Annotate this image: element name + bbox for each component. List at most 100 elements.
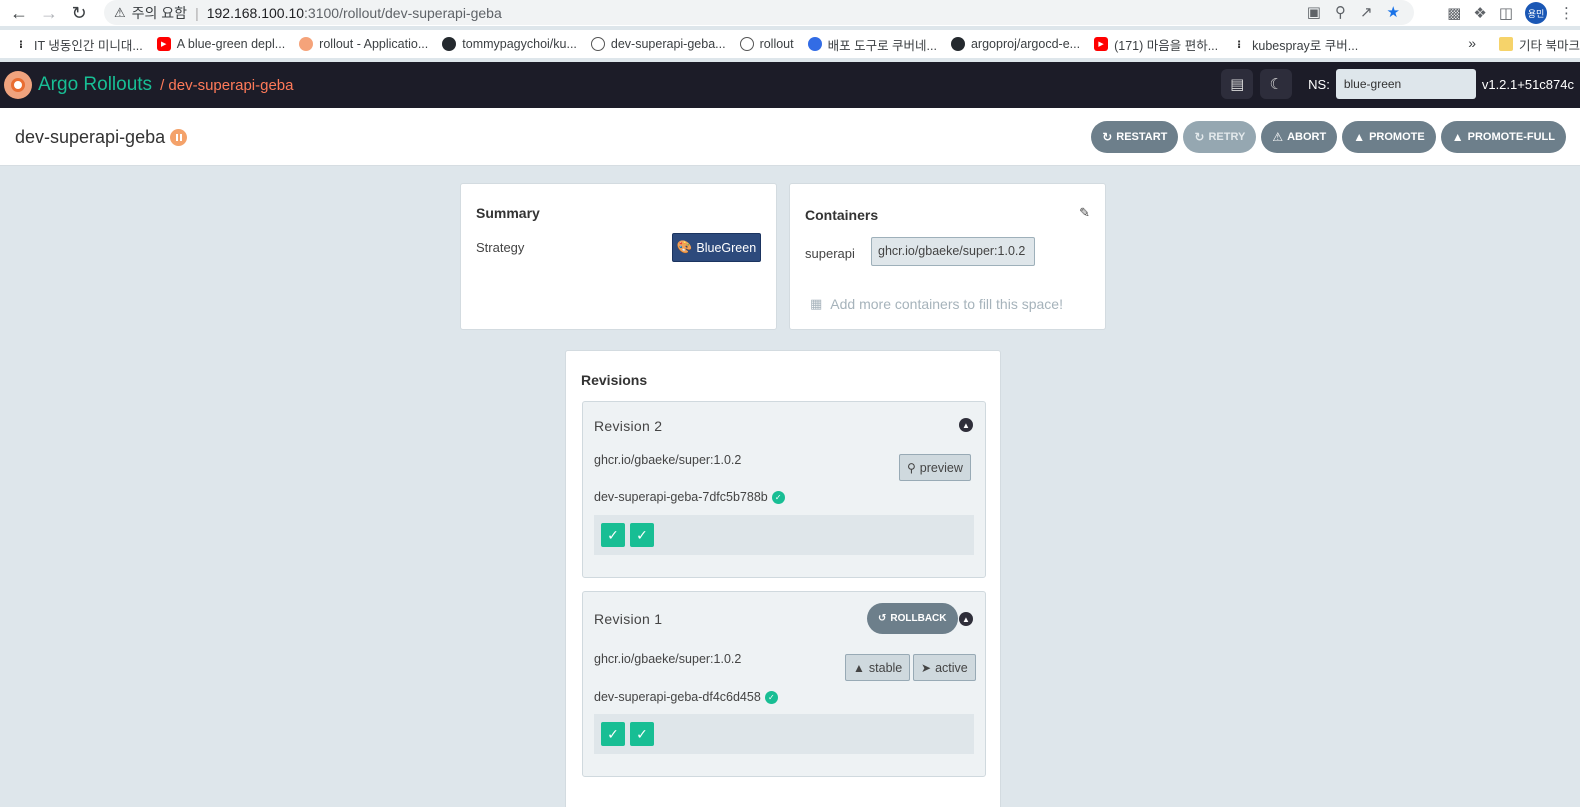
summary-card: Summary Strategy 🎨 BlueGreen (460, 183, 777, 330)
revision-image: ghcr.io/gbaeke/super:1.0.2 (594, 652, 742, 666)
gh-icon (442, 37, 457, 51)
globe-icon (739, 37, 754, 51)
bookmark-label: 배포 도구로 쿠버네... (827, 38, 937, 53)
bookmark-item[interactable]: rollout (739, 37, 794, 51)
abort-label: ABORT (1287, 131, 1327, 143)
yt-icon: ▶ (1094, 37, 1109, 51)
retry-button[interactable]: ↻ RETRY (1183, 121, 1257, 153)
bookmarks-overflow-button[interactable]: » (1468, 35, 1476, 51)
page-title: dev-superapi-geba (15, 127, 188, 148)
menu-kebab-icon[interactable]: ⋮ (1559, 4, 1574, 22)
promote-full-button[interactable]: ▲ PROMOTE-FULL (1440, 121, 1566, 153)
dots-icon: ⁝ (1237, 38, 1242, 51)
stable-tag: ▲ stable (845, 654, 911, 681)
pod-ready-check-icon[interactable]: ✓ (630, 722, 654, 746)
security-warning: 주의 요함 (131, 4, 188, 21)
address-bar[interactable]: ⚠ 주의 요함 | 192.168.100.10:3100/rollout/de… (104, 0, 1414, 25)
omnibox-actions: ▣ ⚲ ↗ ★ (1307, 3, 1400, 21)
boxes-icon: ▦ (810, 296, 823, 311)
summary-title: Summary (476, 205, 540, 221)
header-controls: ▤ ☾ NS: v1.2.1+51c874c (1214, 69, 1574, 99)
exclamation-circle-icon: ⚠ (1272, 130, 1284, 144)
dots-icon: ⁝ (18, 38, 24, 51)
yt-icon: ▶ (156, 37, 171, 51)
dark-mode-moon-icon[interactable]: ☾ (1260, 69, 1293, 99)
abort-button[interactable]: ⚠ ABORT (1261, 121, 1338, 153)
version-label: v1.2.1+51c874c (1481, 76, 1574, 92)
replicaset-label: dev-superapi-geba-df4c6d458 (594, 690, 761, 704)
rollout-actions: ↻ RESTART ↻ RETRY ⚠ ABORT ▲ PROMOTE ▲ PROMOTE… (1091, 121, 1566, 153)
stable-tag-label: stable (868, 660, 903, 675)
pod-ready-check-icon[interactable]: ✓ (601, 722, 625, 746)
side-panel-icon[interactable]: ◫ (1499, 4, 1513, 22)
restart-button[interactable]: ↻ RESTART (1091, 121, 1179, 153)
add-more-hint: ▦ Add more containers to fill this space… (810, 296, 1063, 312)
other-bookmarks[interactable]: 기타 북마크 (1499, 30, 1580, 58)
preview-tag: ⚲ preview (899, 454, 971, 481)
breadcrumb[interactable]: / dev-superapi-geba (160, 77, 293, 94)
pod-ready-check-icon[interactable]: ✓ (601, 523, 625, 547)
active-tag-label: active (935, 660, 968, 675)
namespace-label: NS: (1308, 76, 1330, 92)
replicaset-name: dev-superapi-geba-df4c6d458 ✓ (594, 690, 778, 704)
containers-title: Containers (805, 207, 879, 223)
bookmark-star-icon[interactable]: ★ (1387, 3, 1400, 21)
namespace-input[interactable] (1335, 69, 1476, 99)
gh-icon (950, 37, 965, 51)
bookmark-label: rollout (759, 37, 794, 51)
undo-icon: ↺ (878, 613, 887, 624)
bookmark-item[interactable]: 배포 도구로 쿠버네... (807, 35, 937, 54)
bookmark-item[interactable]: ▶ (171) 마음을 편하... (1094, 35, 1218, 54)
bookmark-item[interactable]: rollout - Applicatio... (299, 37, 428, 51)
extensions-area: ▩ ❖ ◫ 용민 ⋮ (1447, 2, 1574, 24)
pod-ready-check-icon[interactable]: ✓ (630, 523, 654, 547)
rollback-button[interactable]: ↺ ROLLBACK (867, 603, 958, 634)
palette-icon: 🎨 (676, 240, 693, 254)
bookmark-item[interactable]: ⁝ kubespray로 쿠버... (1232, 35, 1358, 54)
brand-title[interactable]: Argo Rollouts (38, 74, 152, 96)
paused-status-icon (170, 129, 188, 146)
edit-pencil-icon[interactable]: ✎ (1079, 205, 1090, 221)
revisions-title: Revisions (581, 372, 648, 388)
collapse-chevron-icon[interactable]: ▲ (959, 418, 973, 432)
bookmark-item[interactable]: argoproj/argocd-e... (950, 37, 1080, 51)
argo-logo[interactable] (4, 71, 32, 99)
revision-title: Revision 2 (594, 418, 663, 434)
rollback-label: ROLLBACK (890, 613, 947, 624)
reload-icon[interactable]: ↻ (68, 2, 90, 24)
bookmark-item[interactable]: ⁝ IT 냉동인간 미니대... (14, 35, 143, 54)
bookmark-item[interactable]: dev-superapi-geba... (590, 37, 726, 51)
check-circle-icon: ✓ (764, 690, 778, 704)
active-tag: ➤ active (913, 654, 976, 681)
extensions-puzzle-icon[interactable]: ❖ (1473, 4, 1486, 22)
container-name: superapi (805, 246, 855, 261)
profile-avatar[interactable]: 용민 (1525, 2, 1547, 24)
bookmark-item[interactable]: ▶ A blue-green depl... (156, 37, 286, 51)
retry-icon: ↻ (1194, 130, 1205, 144)
qr-icon[interactable]: ▩ (1447, 4, 1461, 22)
k8s-icon (807, 37, 822, 51)
back-icon[interactable]: ← (8, 2, 30, 24)
chevron-up-circle-icon: ▲ (1353, 130, 1366, 144)
add-more-text: Add more containers to fill this space! (830, 296, 1063, 312)
strategy-badge: 🎨 BlueGreen (672, 233, 761, 262)
zoom-icon[interactable]: ⚲ (1335, 3, 1346, 21)
replicaset-label: dev-superapi-geba-7dfc5b788b (594, 490, 768, 504)
bookmark-label: A blue-green depl... (176, 37, 286, 51)
translate-icon[interactable]: ▣ (1307, 3, 1321, 21)
forward-icon[interactable]: → (38, 2, 60, 24)
strategy-value: BlueGreen (696, 240, 757, 255)
promote-button[interactable]: ▲ PROMOTE (1342, 121, 1436, 153)
strategy-label: Strategy (476, 240, 525, 255)
container-image-field: ghcr.io/gbaeke/super:1.0.2 (871, 237, 1035, 266)
bookmark-label: IT 냉동인간 미니대... (34, 38, 143, 53)
rollout-title-bar: dev-superapi-geba ↻ RESTART ↻ RETRY ⚠ ABORT… (0, 108, 1580, 166)
revision-image: ghcr.io/gbaeke/super:1.0.2 (594, 453, 742, 467)
other-bookmarks-label: 기타 북마크 (1519, 38, 1580, 53)
bookmark-item[interactable]: tommypagychoi/ku... (442, 37, 577, 51)
revision-title: Revision 1 (594, 611, 663, 627)
folder-icon (1499, 37, 1514, 51)
docs-book-icon[interactable]: ▤ (1221, 69, 1254, 99)
collapse-chevron-icon[interactable]: ▲ (959, 612, 973, 626)
share-icon[interactable]: ↗ (1360, 3, 1373, 21)
